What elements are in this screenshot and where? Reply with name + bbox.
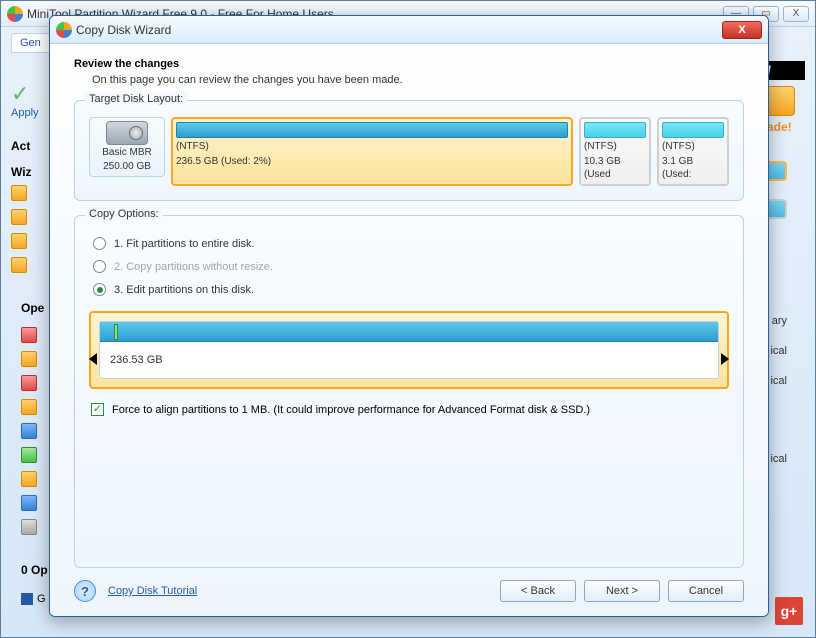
general-tab[interactable]: Gen (11, 33, 51, 53)
operation-icon[interactable] (21, 471, 37, 487)
disk-type: Basic MBR (102, 147, 151, 159)
checkbox-icon: ✓ (91, 403, 104, 416)
used-space-tick (114, 324, 118, 340)
partition-size: 3.1 GB (Used: (662, 155, 724, 181)
radio-label: 3. Edit partitions on this disk. (114, 284, 254, 296)
partition-editor-size: 236.53 GB (100, 342, 718, 378)
operation-icon[interactable] (21, 351, 37, 367)
align-checkbox-row[interactable]: ✓ Force to align partitions to 1 MB. (It… (91, 403, 729, 416)
partition-usage-bar (584, 122, 646, 138)
radio-option-edit[interactable]: 3. Edit partitions on this disk. (93, 283, 729, 296)
operation-icon[interactable] (21, 423, 37, 439)
operations-header: Ope (21, 301, 44, 315)
radio-label: 2. Copy partitions without resize. (114, 261, 273, 273)
pending-ops-count: 0 Op (21, 563, 48, 577)
radio-option-noresize[interactable]: 2. Copy partitions without resize. (93, 260, 729, 273)
partition-size: 10.3 GB (Used (584, 155, 646, 181)
radio-label: 1. Fit partitions to entire disk. (114, 238, 255, 250)
align-label: Force to align partitions to 1 MB. (It c… (112, 404, 590, 416)
target-disk-layout-group: Target Disk Layout: Basic MBR 250.00 GB … (74, 100, 744, 201)
wizard-icon[interactable] (11, 209, 27, 225)
partition-block[interactable]: (NTFS) 10.3 GB (Used (579, 117, 651, 186)
dialog-title: Copy Disk Wizard (76, 23, 171, 37)
app-icon (56, 22, 72, 38)
back-button[interactable]: < Back (500, 580, 576, 602)
partition-editor-bar[interactable] (100, 322, 718, 342)
tutorial-link[interactable]: Copy Disk Tutorial (108, 585, 197, 597)
legend-label: G (37, 593, 46, 605)
partition-fs: (NTFS) (176, 140, 568, 153)
operation-icon[interactable] (21, 399, 37, 415)
radio-icon (93, 260, 106, 273)
resize-handle-left-icon[interactable] (89, 353, 97, 365)
help-icon[interactable]: ? (74, 580, 96, 602)
copy-options-group: Copy Options: 1. Fit partitions to entir… (74, 215, 744, 568)
wizard-icon[interactable] (11, 185, 27, 201)
wizard-icon[interactable] (11, 257, 27, 273)
partition-block[interactable]: (NTFS) 3.1 GB (Used: (657, 117, 729, 186)
legend-swatch (21, 593, 33, 605)
disk-size: 250.00 GB (103, 161, 151, 173)
partition-editor-inner: 236.53 GB (99, 321, 719, 379)
group-label: Copy Options: (85, 208, 163, 220)
operation-icon[interactable] (21, 519, 37, 535)
operation-icon[interactable] (21, 447, 37, 463)
gplus-button[interactable]: g+ (775, 597, 803, 625)
app-icon (7, 6, 23, 22)
radio-icon (93, 237, 106, 250)
next-button[interactable]: Next > (584, 580, 660, 602)
dialog-titlebar[interactable]: Copy Disk Wizard X (50, 16, 768, 44)
partition-fs: (NTFS) (584, 140, 646, 153)
partition-fs: (NTFS) (662, 140, 724, 153)
apply-icon[interactable]: ✓ (11, 81, 35, 105)
main-window: MiniTool Partition Wizard Free 9.0 - Fre… (0, 0, 816, 638)
wizard-icon[interactable] (11, 233, 27, 249)
partition-usage-bar (662, 122, 724, 138)
operation-icons (21, 327, 37, 535)
partition-usage-bar (176, 122, 568, 138)
dialog-close-button[interactable]: X (722, 21, 762, 39)
copy-disk-wizard-dialog: Copy Disk Wizard X Review the changes On… (49, 15, 769, 617)
hdd-icon (106, 121, 148, 145)
radio-icon (93, 283, 106, 296)
operation-icon[interactable] (21, 375, 37, 391)
page-heading: Review the changes (74, 58, 744, 70)
group-label: Target Disk Layout: (85, 93, 187, 105)
apply-label: Apply (11, 107, 39, 119)
partition-editor[interactable]: 236.53 GB (89, 311, 729, 389)
resize-handle-right-icon[interactable] (721, 353, 729, 365)
operation-icon[interactable] (21, 495, 37, 511)
disk-icon[interactable]: Basic MBR 250.00 GB (89, 117, 165, 177)
operation-icon[interactable] (21, 327, 37, 343)
partition-size: 236.5 GB (Used: 2%) (176, 155, 568, 168)
page-subheading: On this page you can review the changes … (92, 74, 744, 86)
cancel-button[interactable]: Cancel (668, 580, 744, 602)
close-button[interactable]: X (783, 6, 809, 22)
partition-block[interactable]: (NTFS) 236.5 GB (Used: 2%) (171, 117, 573, 186)
radio-option-fit[interactable]: 1. Fit partitions to entire disk. (93, 237, 729, 250)
dialog-footer: ? Copy Disk Tutorial < Back Next > Cance… (74, 568, 744, 602)
